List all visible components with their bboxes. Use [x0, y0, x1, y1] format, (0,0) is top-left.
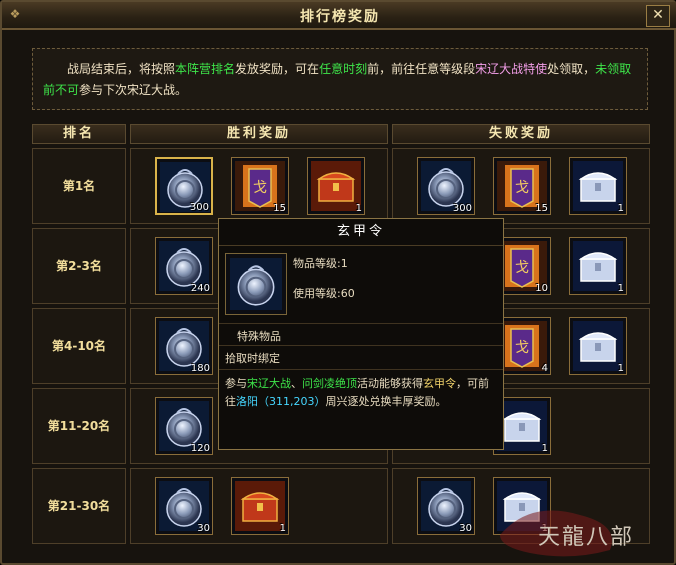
tooltip-divider	[219, 345, 503, 346]
notice-text: 本阵营排名	[175, 62, 236, 76]
item-quantity: 180	[190, 363, 210, 374]
tooltip-use-level: 使用等级:60	[293, 287, 355, 300]
window-title: 排行榜奖励	[300, 9, 380, 25]
item-quantity: 300	[189, 202, 209, 213]
item-quantity: 10	[535, 283, 548, 294]
red-chest-icon	[235, 481, 285, 531]
rank-label: 第11-20名	[32, 388, 126, 464]
reward-item-slot[interactable]: 1	[231, 477, 289, 535]
reward-item-slot[interactable]: 300	[417, 157, 475, 215]
item-quantity: 1	[617, 363, 624, 374]
reward-item-slot[interactable]: 120	[155, 397, 213, 455]
tooltip-desc-text: 活动能够获得	[357, 377, 423, 390]
svg-text:戈: 戈	[515, 180, 529, 196]
tooltip-title: 玄甲令	[219, 219, 503, 246]
silver-chest-icon	[497, 401, 547, 451]
item-quantity: 30	[197, 523, 210, 534]
notice-text: 参与下次宋辽大战。	[79, 83, 188, 97]
reward-item-slot[interactable]: 戈 15	[231, 157, 289, 215]
reward-item-slot[interactable]: 1	[569, 317, 627, 375]
rank-label: 第4-10名	[32, 308, 126, 384]
item-quantity: 240	[190, 283, 210, 294]
silver-chest-icon	[573, 161, 623, 211]
title-bar[interactable]: ❖ 排行榜奖励 ✕	[2, 2, 676, 30]
lose-reward-cell: 300 戈 15 1	[392, 148, 650, 224]
rank-label: 第2-3名	[32, 228, 126, 304]
reward-window: ❖ 排行榜奖励 ✕ 战局结束后，将按照本阵营排名发放奖励，可在任意时刻前，前往任…	[0, 0, 676, 565]
silver-chest-icon	[573, 241, 623, 291]
notice-text: 宋辽大战特使	[475, 62, 548, 76]
rank-label: 第1名	[32, 148, 126, 224]
close-button[interactable]: ✕	[646, 5, 670, 27]
reward-item-slot[interactable]: 1	[569, 157, 627, 215]
notice-text: 任意时刻	[319, 62, 368, 76]
svg-text:戈: 戈	[515, 260, 529, 276]
svg-text:戈: 戈	[515, 340, 529, 356]
tooltip-desc-text: 参与	[225, 377, 247, 390]
win-reward-cell: 30 1	[130, 468, 388, 544]
tooltip-binding: 拾取时绑定	[225, 352, 280, 365]
notice-text: 战局结束后，将按照	[67, 62, 176, 76]
reward-item-slot[interactable]: 戈 15	[493, 157, 551, 215]
watermark-text: 天龍八部	[537, 525, 634, 550]
tooltip-desc-text: 、	[291, 377, 302, 390]
item-quantity: 15	[273, 203, 286, 214]
reward-item-slot[interactable]: 1	[307, 157, 365, 215]
tooltip-desc-text: 洛阳（311,203）	[236, 395, 326, 408]
item-quantity: 4	[541, 363, 548, 374]
notice-text: 前，前往任意等级段	[367, 62, 476, 76]
header-lose-reward: 失败奖励	[392, 124, 650, 144]
reward-item-slot[interactable]: 1	[569, 237, 627, 295]
svg-text:戈: 戈	[253, 180, 267, 196]
item-tooltip: 玄甲令 物品等级:1 使用等级:60 特殊物品 拾取时绑定 参与宋辽大战、问剑凌…	[218, 218, 504, 450]
item-quantity: 15	[535, 203, 548, 214]
notice-text: 发放奖励，可在	[235, 62, 320, 76]
item-quantity: 1	[279, 523, 286, 534]
item-quantity: 1	[541, 443, 548, 454]
item-quantity: 1	[617, 283, 624, 294]
notice-box: 战局结束后，将按照本阵营排名发放奖励，可在任意时刻前，前往任意等级段宋辽大战特使…	[32, 48, 648, 110]
tooltip-desc-text: 玄甲令	[423, 377, 456, 390]
tooltip-desc-text: 宋辽大战	[247, 377, 291, 390]
item-quantity: 1	[617, 203, 624, 214]
item-quantity: 1	[355, 203, 362, 214]
tooltip-item-level: 物品等级:1	[293, 257, 348, 270]
item-quantity: 300	[452, 203, 472, 214]
header-win-reward: 胜利奖励	[130, 124, 388, 144]
win-reward-cell: 300 戈 15 1	[130, 148, 388, 224]
tooltip-category: 特殊物品	[237, 330, 281, 343]
item-quantity: 120	[190, 443, 210, 454]
tooltip-desc-text: 问剑凌绝顶	[302, 377, 357, 390]
tooltip-divider	[219, 323, 503, 324]
banner-token-icon: 戈	[497, 321, 547, 371]
tooltip-item-icon	[225, 253, 287, 315]
red-chest-icon	[311, 161, 361, 211]
tooltip-divider	[219, 369, 503, 370]
notice-text: 处领取，	[547, 62, 596, 76]
reward-item-slot[interactable]: 240	[155, 237, 213, 295]
reward-item-slot[interactable]: 300	[155, 157, 213, 215]
header-rank: 排名	[32, 124, 126, 144]
reward-item-slot[interactable]: 180	[155, 317, 213, 375]
rank-label: 第21-30名	[32, 468, 126, 544]
tooltip-desc-text: 周兴逐处兑换丰厚奖励。	[325, 395, 447, 408]
tooltip-description: 参与宋辽大战、问剑凌绝顶活动能够获得玄甲令，可前往洛阳（311,203）周兴逐处…	[225, 375, 495, 411]
medal-icon	[230, 258, 282, 310]
silver-chest-icon	[573, 321, 623, 371]
reward-item-slot[interactable]: 30	[155, 477, 213, 535]
